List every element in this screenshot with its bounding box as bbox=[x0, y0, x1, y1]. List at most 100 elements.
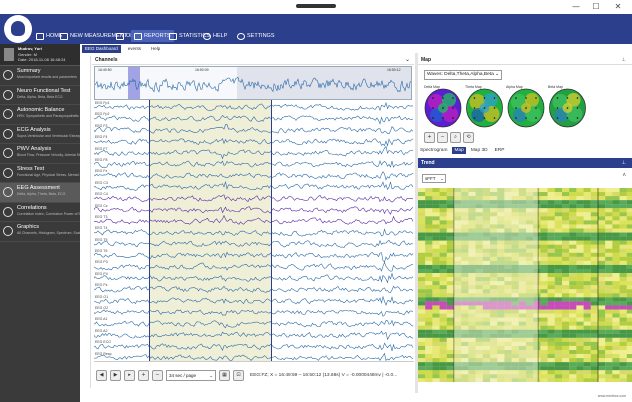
brain-icon bbox=[11, 21, 25, 36]
tab-help[interactable]: Help bbox=[148, 45, 163, 53]
reports-button[interactable]: REPORTS bbox=[131, 30, 174, 42]
sidebar-item-pwv-analysis[interactable]: PWV Analysis Blood Flow, Pressure Velocit… bbox=[0, 144, 80, 164]
eeg-trace bbox=[94, 309, 414, 317]
overview-strip[interactable]: 16:49:50 16:50:09 16:50:12 bbox=[94, 66, 412, 100]
settings-button[interactable]: SETTINGS bbox=[237, 30, 275, 42]
layout-icon[interactable]: ▦ bbox=[219, 369, 230, 381]
minimize-button[interactable]: — bbox=[568, 1, 584, 13]
sidebar-item-subtitle: Most important results and parameters bbox=[17, 75, 77, 79]
eeg-traces bbox=[94, 101, 414, 361]
tab-events[interactable]: events bbox=[125, 45, 144, 53]
help-button[interactable]: HELP bbox=[203, 30, 227, 42]
pin-icon[interactable]: ⊥ bbox=[622, 158, 626, 168]
sidebar-item-title: EEG Assessment bbox=[17, 185, 60, 191]
channel-label: EEG F7 bbox=[95, 146, 108, 151]
trend-spectrogram[interactable] bbox=[418, 188, 632, 382]
chevron-up-icon[interactable]: ˄ bbox=[622, 173, 626, 179]
tab-map[interactable]: Map bbox=[452, 147, 466, 154]
sidebar-item-autonomic-balance[interactable]: Autonomic Balance HRV, Sympathetic and Pa… bbox=[0, 105, 80, 125]
overview-trace bbox=[95, 76, 411, 93]
sidebar-item-title: Stress Test bbox=[17, 165, 45, 172]
zoom-in-icon[interactable]: + bbox=[138, 369, 149, 381]
trend-title: Trend bbox=[421, 160, 435, 166]
eeg-trace bbox=[94, 295, 414, 306]
eeg-plot[interactable]: EEG Fp1 EEG Fp2 EEG F3 EEG F4 EEG F7 EEG F8 EE… bbox=[94, 100, 414, 362]
eeg-trace bbox=[94, 330, 414, 341]
tab-map-3d[interactable]: Map 3D bbox=[469, 147, 490, 154]
eeg-trace bbox=[94, 272, 414, 284]
waves-select[interactable]: Waves: Delta,Theta,Alpha,Beta ⌄ bbox=[424, 70, 502, 80]
eeg-trace bbox=[94, 352, 414, 361]
prev-button[interactable]: ◀ bbox=[96, 369, 107, 381]
section-icon bbox=[3, 70, 13, 80]
play-button[interactable]: ▶ bbox=[110, 369, 121, 381]
sidebar-item-summary[interactable]: Summary Most important results and parame… bbox=[0, 66, 80, 86]
eeg-trace bbox=[94, 261, 414, 272]
sidebar-item-ecg-analysis[interactable]: ECG Analysis Supra-Ventricular and Ventri… bbox=[0, 125, 80, 144]
sidebar-item-subtitle: Blood Flow, Pressure Velocity, Arterial … bbox=[17, 153, 80, 157]
measure-icon[interactable]: ⊡ bbox=[233, 369, 244, 381]
cursor-left[interactable] bbox=[149, 100, 150, 361]
channel-label: EEG O1 bbox=[95, 294, 109, 299]
sidebar: Mudrov, Yuri Gender: M Date: 2018-11-08 … bbox=[0, 44, 80, 402]
channels-title: Channels bbox=[95, 57, 118, 63]
trend-type-select[interactable]: sFFT ⌄ bbox=[422, 174, 446, 183]
footer-link[interactable]: www.medrics.com bbox=[598, 394, 626, 398]
channels-header: Channels ⌄ bbox=[92, 55, 414, 65]
sidebar-item-subtitle: Functional Age, Physical Stress, Mental … bbox=[17, 172, 80, 177]
eeg-trace bbox=[94, 228, 414, 237]
eeg-trace bbox=[94, 159, 414, 168]
pin-icon[interactable]: ⊥ bbox=[622, 55, 626, 65]
sidebar-item-title: ECG Analysis bbox=[17, 126, 51, 133]
map-subtabs: Spectrogram Map Map 3D ERP bbox=[418, 147, 506, 154]
scalp-maps[interactable] bbox=[422, 86, 602, 130]
zoom-out-icon[interactable]: − bbox=[152, 369, 163, 381]
tab-eeg-dashboard[interactable]: EEG Dashboard bbox=[82, 45, 121, 53]
sidebar-item-title: Correlations bbox=[17, 204, 47, 211]
page-size-value: 34 sec / page bbox=[169, 372, 197, 378]
section-icon bbox=[3, 128, 13, 139]
sidebar-item-correlations[interactable]: Correlations Correlation Index, Correlati… bbox=[0, 203, 80, 222]
chevron-down-icon[interactable]: ⌄ bbox=[405, 55, 410, 65]
scalp-map bbox=[549, 88, 586, 128]
channel-label: EEG Cz bbox=[95, 203, 108, 208]
sidebar-item-graphics[interactable]: Graphics All Channels, Histogram, Spectru… bbox=[0, 222, 80, 242]
page-size-select[interactable]: 34 sec / page ⌄ bbox=[166, 369, 216, 381]
channel-label: EEG F3 bbox=[95, 123, 108, 128]
chevron-down-icon: ⌄ bbox=[209, 372, 213, 378]
eeg-trace bbox=[94, 342, 414, 352]
eeg-trace bbox=[94, 285, 414, 293]
sidebar-item-neuro-functional-test[interactable]: Neuro Functional Test Delta, Alpha, Beta,… bbox=[0, 86, 80, 105]
app-logo[interactable] bbox=[4, 15, 32, 43]
sidebar-item-stress-test[interactable]: Stress Test Functional Age, Physical Stre… bbox=[0, 164, 80, 183]
next-button[interactable]: ▸ bbox=[124, 369, 135, 381]
map-title: Map bbox=[421, 57, 431, 63]
sidebar-item-eeg-assessment[interactable]: EEG Assessment Delta, Alpha, Theta, Beta,… bbox=[0, 183, 80, 203]
sidebar-item-title: PWV Analysis bbox=[17, 146, 52, 152]
channel-label: EEG A1 bbox=[95, 317, 108, 322]
section-icon bbox=[3, 109, 13, 119]
home-button[interactable]: HOME bbox=[36, 30, 63, 42]
spectrogram-canvas bbox=[418, 188, 632, 382]
chart-icon bbox=[134, 32, 142, 40]
tab-erp[interactable]: ERP bbox=[493, 147, 507, 154]
channel-label: EEG T6 bbox=[95, 249, 108, 254]
cursor-right[interactable] bbox=[271, 100, 272, 361]
maximize-button[interactable]: ☐ bbox=[588, 1, 604, 13]
reset-icon[interactable]: ⟲ bbox=[463, 132, 474, 143]
sidebar-item-subtitle: Correlation Index, Correlation Power of … bbox=[17, 211, 80, 216]
sidebar-item-subtitle: Delta, Alpha, Theta, Beta, ECG bbox=[17, 192, 66, 196]
sidebar-item-title: Summary bbox=[17, 68, 41, 74]
scalp-map bbox=[424, 88, 462, 128]
help-icon bbox=[203, 32, 211, 40]
eeg-trace bbox=[94, 115, 414, 125]
sidebar-item-subtitle: Supra-Ventricular and Ventricular Extras… bbox=[17, 133, 80, 138]
close-button[interactable]: ✕ bbox=[610, 1, 626, 13]
search-icon[interactable]: ⌕ bbox=[450, 132, 461, 143]
zoom-in-icon[interactable]: + bbox=[424, 132, 435, 143]
zoom-out-icon[interactable]: − bbox=[437, 132, 448, 143]
tab-spectrogram[interactable]: Spectrogram bbox=[418, 147, 449, 154]
folder-icon bbox=[116, 32, 124, 40]
sidebar-item-title: Autonomic Balance bbox=[17, 107, 65, 113]
channel-label: EEG P4 bbox=[95, 271, 108, 276]
